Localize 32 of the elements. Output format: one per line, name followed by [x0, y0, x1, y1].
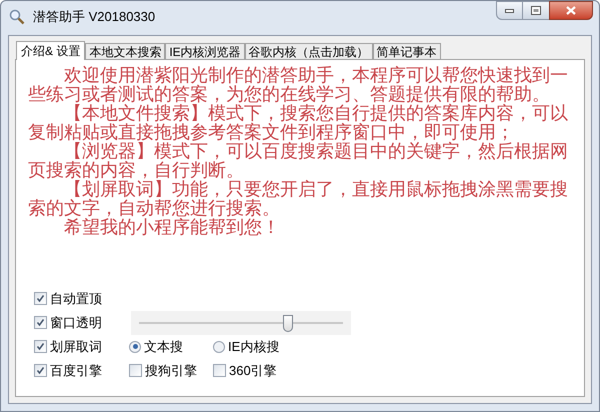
intro-paragraph: 【浏览器】模式下，可以百度搜索题目中的关键字，然后根据网页搜索的内容，自行判断。 — [28, 142, 569, 180]
search-icon — [9, 8, 25, 25]
intro-paragraph: 【本地文件搜索】模式下，搜索您自行提供的答案库内容，可以复制粘贴或直接拖拽参考答案文件到程序窗口中，即可使用； — [28, 104, 569, 142]
check-icon — [36, 366, 45, 375]
tab[interactable]: 谷歌内核（点击加载） — [244, 43, 373, 59]
close-button[interactable] — [549, 1, 593, 20]
slider-thumb[interactable] — [282, 314, 293, 332]
checkbox[interactable]: 划屏取词 — [34, 336, 102, 356]
radio-button[interactable]: 文本搜 — [129, 336, 183, 356]
window-title: 潜答助手 V20180330 — [33, 8, 156, 26]
minimize-button[interactable] — [496, 1, 523, 20]
maximize-button[interactable] — [523, 1, 549, 20]
check-icon — [36, 294, 45, 303]
tab[interactable]: 本地文本搜索 — [85, 43, 166, 59]
radio-button[interactable]: IE内核搜 — [213, 336, 280, 356]
transparency-slider[interactable] — [131, 310, 351, 334]
maximize-icon — [531, 6, 541, 15]
tab[interactable]: IE内核浏览器 — [165, 43, 245, 59]
checkbox[interactable]: 360引擎 — [213, 360, 277, 380]
checkbox[interactable]: 窗口透明 — [34, 312, 102, 332]
checkbox[interactable]: 搜狗引擎 — [129, 360, 197, 380]
checkbox[interactable]: 自动置顶 — [34, 288, 102, 308]
tab[interactable]: 简单记事本 — [372, 43, 441, 59]
intro-paragraph: 希望我的小程序能帮到您！ — [63, 218, 281, 237]
check-icon — [36, 342, 45, 351]
checkbox[interactable]: 百度引擎 — [34, 360, 102, 380]
minimize-icon — [505, 8, 514, 12]
intro-paragraph: 欢迎使用潜紫阳光制作的潜答助手，本程序可以帮您快速找到一些练习或者测试的答案，为您的在线学习、答题提供有限的帮助。 — [28, 66, 569, 104]
tab[interactable]: 介绍& 设置 — [16, 41, 86, 60]
close-icon — [566, 6, 576, 15]
intro-paragraph: 【划屏取词】功能，只要您开启了，直接用鼠标拖拽涂黑需要搜索的文字，自动帮您进行搜索。 — [28, 180, 569, 218]
check-icon — [36, 318, 45, 327]
